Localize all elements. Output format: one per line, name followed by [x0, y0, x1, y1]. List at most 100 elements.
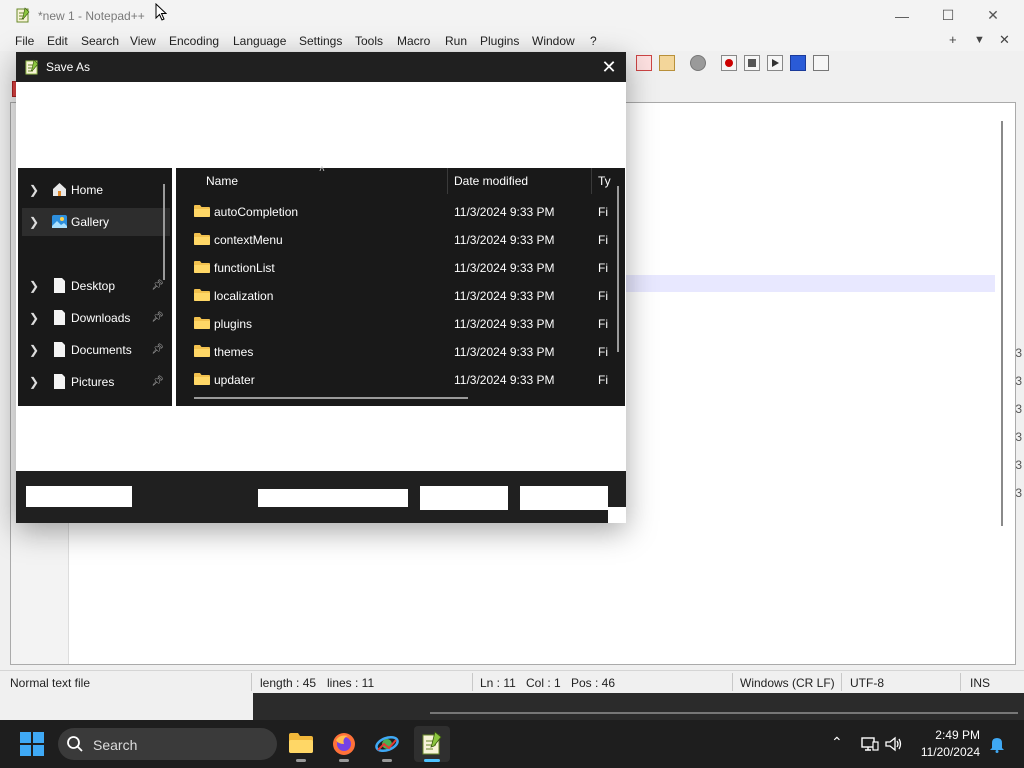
- new-tab-button[interactable]: +: [949, 32, 957, 47]
- maximize-button[interactable]: ☐: [925, 0, 971, 31]
- hide-folders-button[interactable]: [26, 486, 132, 507]
- file-row[interactable]: themes 11/3/2024 9:33 PM Fi: [192, 338, 612, 366]
- menu-edit[interactable]: Edit: [47, 34, 68, 48]
- stop-icon[interactable]: [744, 55, 760, 71]
- file-date: 11/3/2024 9:33 PM: [454, 205, 555, 219]
- tab-list-button[interactable]: ▼: [974, 34, 985, 46]
- notepad-app-icon: [25, 59, 39, 75]
- background-scrollbar: [430, 712, 1018, 714]
- column-divider[interactable]: [447, 168, 448, 194]
- column-header-date[interactable]: Date modified: [454, 174, 528, 188]
- menu-encoding[interactable]: Encoding: [169, 34, 219, 48]
- file-row[interactable]: updater 11/3/2024 9:33 PM Fi: [192, 366, 612, 394]
- background-window-strip: [253, 693, 1024, 720]
- menu-plugins[interactable]: Plugins: [480, 34, 519, 48]
- status-insert-mode[interactable]: INS: [970, 676, 990, 690]
- clock-time[interactable]: 2:49 PM: [935, 728, 980, 742]
- file-name: localization: [214, 289, 274, 303]
- play-multiple-icon[interactable]: [790, 55, 806, 71]
- menu-view[interactable]: View: [130, 34, 156, 48]
- cancel-button[interactable]: [520, 486, 608, 510]
- status-separator: [472, 673, 473, 691]
- bell-icon[interactable]: [989, 736, 1005, 753]
- windows-start-icon[interactable]: [20, 732, 44, 756]
- menu-language[interactable]: Language: [233, 34, 286, 48]
- window-title: *new 1 - Notepad++: [38, 9, 145, 23]
- file-date: 11/3/2024 9:33 PM: [454, 233, 555, 247]
- navigation-pane: ❯ Home ❯ Gallery ❯ Desktop 📌︎ ❯ Download…: [18, 168, 172, 406]
- file-row[interactable]: functionList 11/3/2024 9:33 PM Fi: [192, 254, 612, 282]
- nav-scrollbar[interactable]: [163, 184, 165, 280]
- column-header-name[interactable]: Name: [206, 174, 238, 188]
- chevron-right-icon[interactable]: ❯: [29, 375, 39, 389]
- monitor-icon[interactable]: [690, 55, 706, 71]
- chevron-right-icon[interactable]: ❯: [29, 279, 39, 293]
- file-row[interactable]: localization 11/3/2024 9:33 PM Fi: [192, 282, 612, 310]
- file-row[interactable]: autoCompletion 11/3/2024 9:33 PM Fi: [192, 198, 612, 226]
- clock-date[interactable]: 11/20/2024: [921, 745, 980, 759]
- close-button[interactable]: ✕: [970, 0, 1016, 31]
- taskbar-app-network[interactable]: [369, 726, 405, 762]
- status-length: length : 45: [260, 676, 317, 690]
- file-row[interactable]: plugins 11/3/2024 9:33 PM Fi: [192, 310, 612, 338]
- file-list-horizontal-scrollbar[interactable]: [194, 397, 468, 399]
- folder-icon: [194, 233, 210, 245]
- nav-item-pictures[interactable]: ❯ Pictures 📌︎: [22, 368, 170, 396]
- menu-search[interactable]: Search: [81, 34, 119, 48]
- chevron-up-icon[interactable]: ⌃: [831, 734, 843, 751]
- dialog-title-bar: Save As ✕: [16, 52, 626, 82]
- nav-item-downloads[interactable]: ❯ Downloads 📌︎: [22, 304, 170, 332]
- play-icon[interactable]: [767, 55, 783, 71]
- menu-tools[interactable]: Tools: [355, 34, 383, 48]
- firefox-icon: [333, 733, 355, 755]
- record-icon[interactable]: [721, 55, 737, 71]
- status-eol[interactable]: Windows (CR LF): [740, 676, 835, 690]
- network-icon[interactable]: [861, 736, 879, 752]
- close-tab-button[interactable]: ✕: [999, 32, 1010, 48]
- nav-item-documents[interactable]: ❯ Documents 📌︎: [22, 336, 170, 364]
- save-button[interactable]: [420, 486, 508, 510]
- status-file-type: Normal text file: [10, 676, 91, 690]
- file-explorer-icon: [289, 733, 313, 753]
- edge-mark: 3: [1015, 486, 1022, 500]
- menu-window[interactable]: Window: [532, 34, 575, 48]
- pin-icon[interactable]: 📌︎: [151, 312, 164, 323]
- edge-mark: 3: [1015, 346, 1022, 360]
- file-list-vertical-scrollbar[interactable]: [617, 186, 619, 352]
- menu-help[interactable]: ?: [590, 34, 597, 48]
- chevron-right-icon[interactable]: ❯: [29, 311, 39, 325]
- chevron-right-icon[interactable]: ❯: [29, 343, 39, 357]
- column-divider[interactable]: [591, 168, 592, 194]
- chevron-right-icon[interactable]: ❯: [29, 183, 39, 197]
- file-name: plugins: [214, 317, 253, 331]
- taskbar-app-file-explorer[interactable]: [283, 726, 319, 762]
- file-row[interactable]: contextMenu 11/3/2024 9:33 PM Fi: [192, 226, 612, 254]
- nav-item-gallery[interactable]: ❯ Gallery: [22, 208, 170, 236]
- dialog-close-button[interactable]: ✕: [592, 52, 626, 82]
- status-encoding[interactable]: UTF-8: [850, 676, 884, 690]
- pin-icon[interactable]: 📌︎: [151, 344, 164, 355]
- folder-icon[interactable]: [659, 55, 675, 71]
- taskbar-search-box[interactable]: Search: [58, 728, 277, 760]
- nav-item-desktop[interactable]: ❯ Desktop 📌︎: [22, 272, 170, 300]
- nav-item-home[interactable]: ❯ Home: [22, 176, 170, 204]
- taskbar-app-notepad-plus-plus[interactable]: [414, 726, 450, 762]
- menu-file[interactable]: File: [15, 34, 34, 48]
- menu-macro[interactable]: Macro: [397, 34, 430, 48]
- taskbar-app-firefox[interactable]: [326, 726, 362, 762]
- save-macro-icon[interactable]: [813, 55, 829, 71]
- file-type-select[interactable]: [258, 489, 408, 507]
- resize-grip[interactable]: [608, 507, 626, 523]
- pin-icon[interactable]: 📌︎: [151, 376, 164, 387]
- menu-run[interactable]: Run: [445, 34, 467, 48]
- chevron-right-icon[interactable]: ❯: [29, 215, 39, 229]
- pin-icon[interactable]: 📌︎: [151, 280, 164, 291]
- volume-icon[interactable]: [885, 736, 903, 752]
- record-macro-icon[interactable]: [636, 55, 652, 71]
- menu-settings[interactable]: Settings: [299, 34, 342, 48]
- minimize-button[interactable]: —: [879, 0, 925, 31]
- gallery-icon: [52, 215, 67, 228]
- search-label: Search: [93, 737, 138, 753]
- column-header-type[interactable]: Ty: [598, 174, 611, 188]
- editor-scrollbar[interactable]: [1001, 121, 1003, 526]
